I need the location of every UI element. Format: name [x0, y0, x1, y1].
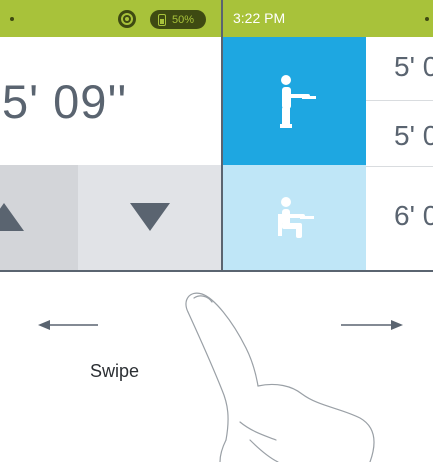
arrow-left-icon [38, 320, 98, 330]
desk-controller-screen: 50% 3:22 PM 5' 09'' 5' 5' 6' 0 [0, 0, 433, 272]
sitting-person-icon [277, 196, 314, 238]
battery-percent: 50% [172, 13, 195, 26]
move-up-button[interactable] [0, 165, 78, 270]
battery-icon [158, 13, 166, 26]
preset-height-1[interactable]: 5' 0 [366, 37, 433, 101]
swipe-label: Swipe [90, 361, 140, 381]
position-presets-panel: 5' 0 5' 0 6' 0 [223, 37, 433, 270]
preset-label: 6' 0 [394, 200, 433, 231]
status-dot-icon [425, 17, 429, 21]
move-down-button[interactable] [78, 165, 221, 270]
status-bar-left: 50% [0, 0, 221, 37]
stand-position-button[interactable] [223, 37, 366, 165]
status-dot-icon [10, 17, 14, 21]
sit-position-button[interactable] [223, 165, 366, 270]
preset-label: 5' 0 [394, 51, 433, 82]
arrow-up-icon [0, 203, 24, 231]
battery-indicator: 50% [150, 10, 206, 29]
height-adjust-buttons [0, 165, 221, 270]
screen-bottom-border [0, 270, 433, 272]
hand-swipe-icon [185, 292, 375, 462]
height-value: 5' 09'' [2, 74, 128, 128]
gear-icon[interactable] [117, 9, 137, 29]
status-bar-right: 3:22 PM [223, 0, 433, 37]
height-display: 5' 09'' [0, 37, 221, 165]
preset-label: 5' 0 [394, 120, 433, 151]
clock-time: 3:22 PM [233, 10, 286, 26]
standing-person-icon [279, 75, 316, 128]
preset-height-2[interactable]: 5' 0 [366, 101, 433, 167]
arrow-down-icon [130, 203, 170, 231]
preset-height-3[interactable]: 6' 0 [366, 167, 433, 270]
